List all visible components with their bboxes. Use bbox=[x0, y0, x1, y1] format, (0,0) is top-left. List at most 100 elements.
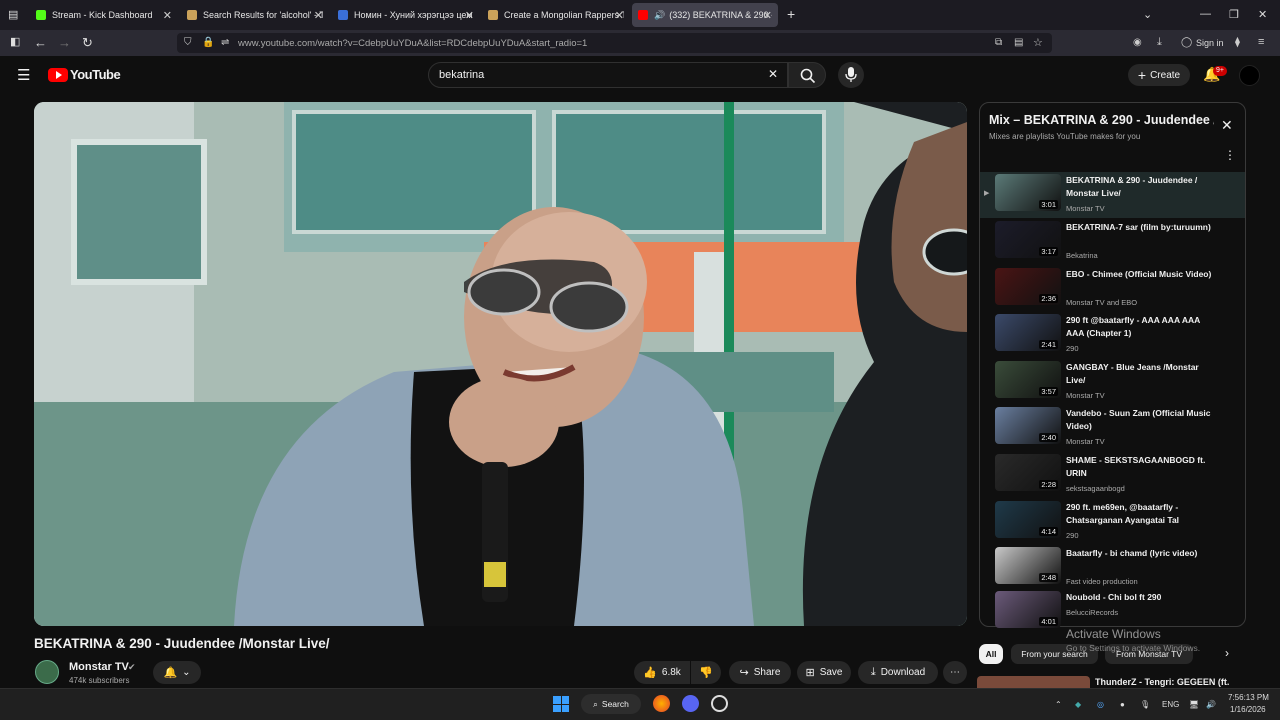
voice-search-button[interactable] bbox=[838, 62, 864, 88]
channel-name[interactable]: Monstar TV bbox=[69, 661, 129, 673]
playlist-item-title[interactable]: EBO - Chimee (Official Music Video) bbox=[1066, 268, 1216, 281]
playlist-item[interactable]: 3:57 GANGBAY - Blue Jeans /Monstar Live/M… bbox=[980, 359, 1245, 405]
clear-search-icon[interactable]: ✕ bbox=[768, 67, 778, 81]
playlist-item-title[interactable]: Noubold - Chi bol ft 290 bbox=[1066, 591, 1216, 604]
playlist-item[interactable]: 2:36 EBO - Chimee (Official Music Video) M… bbox=[980, 266, 1245, 312]
tray-app-icon[interactable]: ◆ bbox=[1075, 700, 1081, 709]
hamburger-menu-icon[interactable]: ☰ bbox=[17, 66, 30, 84]
playlist-item-channel[interactable]: sekstsagaanbogd bbox=[1066, 484, 1125, 493]
tab-list-icon[interactable]: ▤ bbox=[8, 8, 18, 21]
playlist-item[interactable]: 2:48 Baatarfly - bi chamd (lyric video) Fa… bbox=[980, 545, 1245, 591]
playlist-item-title[interactable]: GANGBAY - Blue Jeans /Monstar Live/ bbox=[1066, 361, 1216, 387]
avatar[interactable] bbox=[1239, 65, 1260, 86]
bookmark-star-icon[interactable]: ☆ bbox=[1033, 36, 1043, 49]
playlist-item-thumbnail[interactable]: 3:17 bbox=[995, 221, 1061, 258]
network-icon[interactable]: 🖥 bbox=[1189, 700, 1199, 709]
playlist-title[interactable]: Mix – BEKATRINA & 290 - Juudendee /Monst… bbox=[989, 113, 1214, 127]
windows-start-icon[interactable] bbox=[553, 696, 569, 712]
playlist-item-thumbnail[interactable]: 3:01 bbox=[995, 174, 1061, 211]
playlist-menu-icon[interactable]: ⋮ bbox=[1224, 148, 1236, 162]
next-video-thumbnail[interactable] bbox=[977, 676, 1090, 688]
dislike-button[interactable]: 👎 bbox=[691, 661, 721, 684]
playlist-item[interactable]: 4:14 290 ft. me69en, @baatarfly - Chatsar… bbox=[980, 499, 1245, 545]
playlist-item-thumbnail[interactable]: 4:14 bbox=[995, 501, 1061, 538]
save-button[interactable]: ⊞ Save bbox=[797, 661, 851, 684]
playlist-item-thumbnail[interactable]: 2:36 bbox=[995, 268, 1061, 305]
permissions-icon[interactable]: ⇌ bbox=[221, 37, 229, 48]
playlist-item-title[interactable]: Vandebo - Suun Zam (Official Music Video… bbox=[1066, 407, 1216, 433]
pip-icon[interactable]: ⧉ bbox=[995, 37, 1002, 48]
close-icon[interactable]: ✕ bbox=[314, 9, 323, 22]
youtube-logo-icon[interactable] bbox=[48, 68, 68, 82]
chips-next-chevron-icon[interactable]: › bbox=[1225, 646, 1229, 660]
playlist-item-thumbnail[interactable]: 2:40 bbox=[995, 407, 1061, 444]
clock-time[interactable]: 7:56:13 PM bbox=[1228, 693, 1269, 702]
subscription-bell-button[interactable]: 🔔 ⌄ bbox=[153, 661, 201, 684]
sidebar-toggle-icon[interactable]: ◧ bbox=[10, 35, 20, 48]
downloads-icon[interactable]: ⤓ bbox=[1157, 36, 1162, 49]
playlist-item[interactable]: ▶ 3:01 BEKATRINA & 290 - Juudendee / Monst… bbox=[980, 172, 1245, 218]
playlist-item-channel[interactable]: Bekatrina bbox=[1066, 251, 1098, 260]
restore-icon[interactable]: ❐ bbox=[1229, 8, 1239, 21]
forward-icon[interactable]: → bbox=[58, 35, 71, 50]
extensions-icon[interactable]: ⧫ bbox=[1235, 37, 1240, 48]
discord-taskbar-icon[interactable] bbox=[682, 695, 699, 712]
tab-overflow-chevron-icon[interactable]: ⌄ bbox=[1143, 8, 1152, 21]
playlist-item-title[interactable]: SHAME - SEKSTSAGAANBOGD ft. URIN bbox=[1066, 454, 1216, 480]
screenshot-icon[interactable]: ◉ bbox=[1133, 37, 1142, 48]
lock-icon[interactable]: 🔒 bbox=[202, 37, 214, 48]
playlist-item-thumbnail[interactable]: 4:01 bbox=[995, 591, 1061, 628]
search-input-value[interactable]: bekatrina bbox=[439, 69, 484, 81]
playlist-item-channel[interactable]: Fast video production bbox=[1066, 577, 1138, 586]
tab-create-rappers[interactable]: Create a Mongolian Rappers Ti ✕ bbox=[482, 3, 630, 27]
close-icon[interactable]: ✕ bbox=[163, 9, 172, 22]
close-icon[interactable]: ✕ bbox=[465, 9, 474, 22]
playlist-item[interactable]: 2:41 290 ft @baatarfly - AAA AAA AAA AAA … bbox=[980, 312, 1245, 358]
sign-in-button[interactable]: Sign in bbox=[1196, 38, 1224, 48]
playlist-item-thumbnail[interactable]: 2:41 bbox=[995, 314, 1061, 351]
url-text[interactable]: www.youtube.com/watch?v=CdebpUuYDuA&list… bbox=[238, 38, 587, 49]
reader-view-icon[interactable]: ▤ bbox=[1014, 37, 1023, 48]
playlist-item-title[interactable]: BEKATRINA-7 sar (film by:turuumn) bbox=[1066, 221, 1216, 234]
download-button[interactable]: ⤓ Download bbox=[858, 661, 938, 684]
playlist-item-title[interactable]: BEKATRINA & 290 - Juudendee / Monstar Li… bbox=[1066, 174, 1216, 200]
tab-nomin[interactable]: Номин - Хуний хэрэгцээ цем б ✕ bbox=[332, 3, 480, 27]
close-icon[interactable]: ✕ bbox=[763, 9, 772, 22]
steam-tray-icon[interactable]: ◎ bbox=[1097, 700, 1104, 709]
reload-icon[interactable]: ↻ bbox=[82, 35, 93, 51]
playlist-item-channel[interactable]: 290 bbox=[1066, 344, 1079, 353]
playlist-item-channel[interactable]: BelucciRecords bbox=[1066, 608, 1118, 617]
tab-youtube-active[interactable]: 🔊 (332) BEKATRINA & 290 - Ju ✕ bbox=[632, 3, 778, 27]
speaker-icon[interactable]: 🔊 bbox=[654, 10, 665, 21]
share-button[interactable]: ↪ Share bbox=[729, 661, 791, 684]
playlist-item[interactable]: 3:17 BEKATRINA-7 sar (film by:turuumn) Bek… bbox=[980, 219, 1245, 265]
playlist-item[interactable]: 2:40 Vandebo - Suun Zam (Official Music V… bbox=[980, 405, 1245, 451]
firefox-taskbar-icon[interactable] bbox=[653, 695, 670, 712]
tray-overflow-icon[interactable]: ⌃ bbox=[1055, 700, 1062, 709]
volume-icon[interactable]: 🔊 bbox=[1206, 700, 1216, 709]
playlist-item[interactable]: 2:28 SHAME - SEKSTSAGAANBOGD ft. URIN seks… bbox=[980, 452, 1245, 498]
close-icon[interactable]: ✕ bbox=[615, 9, 624, 22]
playlist-item-channel[interactable]: Monstar TV bbox=[1066, 391, 1105, 400]
playlist-item-thumbnail[interactable]: 2:28 bbox=[995, 454, 1061, 491]
minimize-icon[interactable]: — bbox=[1200, 8, 1211, 20]
channel-avatar[interactable] bbox=[35, 660, 59, 684]
more-actions-button[interactable]: ⋯ bbox=[943, 661, 967, 684]
menu-icon[interactable]: ≡ bbox=[1258, 36, 1264, 48]
new-tab-button[interactable]: + bbox=[787, 6, 795, 22]
shield-icon[interactable]: ⛉ bbox=[184, 37, 192, 48]
tab-kick[interactable]: Stream - Kick Dashboard ✕ bbox=[30, 3, 178, 27]
playlist-item-channel[interactable]: 290 bbox=[1066, 531, 1079, 540]
clock-date[interactable]: 1/16/2026 bbox=[1230, 705, 1266, 714]
playlist-item-channel[interactable]: Monstar TV and EBO bbox=[1066, 298, 1137, 307]
account-icon[interactable]: ◯ bbox=[1181, 37, 1192, 48]
playlist-item-channel[interactable]: Monstar TV bbox=[1066, 204, 1105, 213]
app-taskbar-icon[interactable] bbox=[711, 695, 728, 712]
playlist-item-title[interactable]: 290 ft. me69en, @baatarfly - Chatsargana… bbox=[1066, 501, 1216, 527]
tab-search-results[interactable]: Search Results for 'alcohol' - Tir ✕ bbox=[181, 3, 329, 27]
back-icon[interactable]: ← bbox=[34, 35, 47, 50]
tray-app2-icon[interactable]: ● bbox=[1120, 700, 1125, 709]
youtube-logo-text[interactable]: YouTube bbox=[70, 67, 121, 82]
search-button[interactable] bbox=[788, 62, 826, 88]
language-indicator[interactable]: ENG bbox=[1162, 700, 1179, 709]
